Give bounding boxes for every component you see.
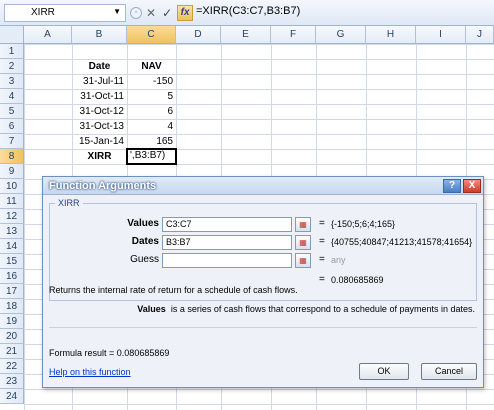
collapse-dialog-icon[interactable]: ▦ bbox=[295, 217, 311, 232]
cell-date[interactable]: 31-Oct-13 bbox=[72, 119, 127, 134]
values-input[interactable]: C3:C7 bbox=[162, 217, 292, 232]
column-header-i[interactable]: I bbox=[416, 26, 466, 44]
formula-result-value: 0.080685869 bbox=[116, 348, 170, 358]
row-header-6[interactable]: 6 bbox=[0, 119, 24, 134]
formula-bar-buttons: ◦ ✕ ✓ fx bbox=[130, 5, 194, 21]
function-result: 0.080685869 bbox=[331, 275, 384, 285]
row-header-14[interactable]: 14 bbox=[0, 239, 24, 254]
argument-description-name: Values bbox=[137, 304, 166, 314]
equals-sign: = bbox=[319, 274, 325, 285]
dialog-title-bar[interactable]: Function Arguments bbox=[43, 177, 483, 195]
active-cell-c8[interactable]: ',B3:B7) bbox=[126, 148, 177, 165]
name-box-value: XIRR bbox=[31, 7, 55, 18]
dialog-title: Function Arguments bbox=[49, 180, 157, 192]
row-header-10[interactable]: 10 bbox=[0, 179, 24, 194]
formula-input[interactable]: =XIRR(C3:C7,B3:B7) bbox=[196, 5, 300, 17]
row-header-18[interactable]: 18 bbox=[0, 299, 24, 314]
argument-description-text: is a series of cash flows that correspon… bbox=[170, 304, 475, 314]
row-header-21[interactable]: 21 bbox=[0, 344, 24, 359]
dates-input[interactable]: B3:B7 bbox=[162, 235, 292, 250]
row-header-23[interactable]: 23 bbox=[0, 374, 24, 389]
equals-sign: = bbox=[319, 218, 325, 229]
cell-date[interactable]: 31-Jul-11 bbox=[72, 74, 127, 89]
insert-function-icon[interactable]: fx bbox=[177, 5, 194, 21]
cell-nav[interactable]: -150 bbox=[127, 74, 176, 89]
row-header-8[interactable]: 8 bbox=[0, 149, 24, 164]
column-header-c[interactable]: C bbox=[127, 26, 176, 44]
dates-result: {40755;40847;41213;41578;41654} bbox=[331, 237, 473, 247]
ok-button[interactable]: OK bbox=[359, 363, 409, 380]
column-header-e[interactable]: E bbox=[221, 26, 271, 44]
cell-b2-header[interactable]: Date bbox=[72, 59, 127, 74]
row-header-22[interactable]: 22 bbox=[0, 359, 24, 374]
row-header-2[interactable]: 2 bbox=[0, 59, 24, 74]
cell-nav[interactable]: 4 bbox=[127, 119, 176, 134]
enter-entry-icon[interactable]: ✓ bbox=[162, 6, 172, 20]
argument-description: Values is a series of cash flows that co… bbox=[137, 304, 475, 314]
function-name-label: XIRR bbox=[55, 198, 83, 208]
cancel-button[interactable]: Cancel bbox=[421, 363, 477, 380]
row-header-1[interactable]: 1 bbox=[0, 44, 24, 59]
more-circle-icon[interactable]: ◦ bbox=[130, 7, 142, 19]
guess-input[interactable] bbox=[162, 253, 292, 268]
function-description: Returns the internal rate of return for … bbox=[49, 285, 298, 295]
close-icon[interactable]: X bbox=[463, 179, 481, 193]
values-result: {-150;5;6;4;165} bbox=[331, 219, 396, 229]
row-header-16[interactable]: 16 bbox=[0, 269, 24, 284]
column-header-h[interactable]: H bbox=[366, 26, 416, 44]
function-arguments-dialog: Function Arguments ? X XIRR Values C3:C7… bbox=[42, 176, 484, 388]
divider bbox=[49, 327, 477, 328]
cell-date[interactable]: 15-Jan-14 bbox=[72, 134, 127, 149]
select-all-corner[interactable] bbox=[0, 26, 24, 44]
equals-sign: = bbox=[319, 236, 325, 247]
column-header-a[interactable]: A bbox=[24, 26, 72, 44]
row-header-5[interactable]: 5 bbox=[0, 104, 24, 119]
row-header-13[interactable]: 13 bbox=[0, 224, 24, 239]
row-header-24[interactable]: 24 bbox=[0, 389, 24, 404]
collapse-dialog-icon[interactable]: ▦ bbox=[295, 235, 311, 250]
collapse-dialog-icon[interactable]: ▦ bbox=[295, 253, 311, 268]
name-box[interactable]: XIRR ▼ bbox=[4, 4, 126, 22]
arg-label-values: Values bbox=[127, 218, 159, 229]
column-header-b[interactable]: B bbox=[72, 26, 127, 44]
formula-bar: XIRR ▼ ◦ ✕ ✓ fx =XIRR(C3:C7,B3:B7) bbox=[0, 0, 494, 26]
equals-sign: = bbox=[319, 254, 325, 265]
formula-result: Formula result = 0.080685869 bbox=[49, 348, 169, 358]
cell-b8-xirr-label[interactable]: XIRR bbox=[72, 149, 127, 164]
help-on-function-link[interactable]: Help on this function bbox=[49, 367, 131, 377]
row-header-9[interactable]: 9 bbox=[0, 164, 24, 179]
formula-result-label: Formula result = bbox=[49, 348, 115, 358]
cell-date[interactable]: 31-Oct-12 bbox=[72, 104, 127, 119]
column-header-f[interactable]: F bbox=[271, 26, 316, 44]
row-header-12[interactable]: 12 bbox=[0, 209, 24, 224]
guess-result: any bbox=[331, 255, 346, 265]
row-header-3[interactable]: 3 bbox=[0, 74, 24, 89]
row-header-4[interactable]: 4 bbox=[0, 89, 24, 104]
help-icon[interactable]: ? bbox=[443, 179, 461, 193]
row-header-7[interactable]: 7 bbox=[0, 134, 24, 149]
arg-label-guess: Guess bbox=[130, 254, 159, 265]
cell-nav[interactable]: 165 bbox=[127, 134, 176, 149]
row-header-11[interactable]: 11 bbox=[0, 194, 24, 209]
dialog-window-buttons: ? X bbox=[443, 179, 481, 193]
cell-date[interactable]: 31-Oct-11 bbox=[72, 89, 127, 104]
active-cell-text: ',B3:B7) bbox=[130, 150, 166, 161]
row-header-17[interactable]: 17 bbox=[0, 284, 24, 299]
row-header-20[interactable]: 20 bbox=[0, 329, 24, 344]
chevron-down-icon[interactable]: ▼ bbox=[113, 7, 121, 16]
column-header-d[interactable]: D bbox=[176, 26, 221, 44]
cell-nav[interactable]: 6 bbox=[127, 104, 176, 119]
arg-label-dates: Dates bbox=[131, 236, 159, 247]
row-header-15[interactable]: 15 bbox=[0, 254, 24, 269]
row-header-19[interactable]: 19 bbox=[0, 314, 24, 329]
cancel-entry-icon[interactable]: ✕ bbox=[146, 6, 156, 20]
cell-c2-header[interactable]: NAV bbox=[127, 59, 176, 74]
column-header-j[interactable]: J bbox=[466, 26, 494, 44]
cell-nav[interactable]: 5 bbox=[127, 89, 176, 104]
column-header-g[interactable]: G bbox=[316, 26, 366, 44]
